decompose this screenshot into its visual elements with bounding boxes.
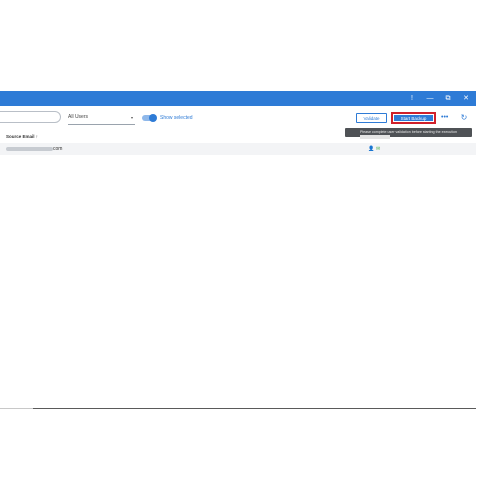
- column-header-source-email[interactable]: Source Email ↑: [6, 132, 38, 142]
- start-backup-button[interactable]: Start Backup: [394, 115, 433, 121]
- column-header-status-placeholder: [360, 135, 390, 139]
- minimize-icon[interactable]: —: [423, 91, 437, 106]
- refresh-icon[interactable]: ↻: [459, 112, 469, 124]
- restore-icon[interactable]: ⧉: [441, 91, 455, 106]
- mail-icon: ✉: [376, 146, 381, 152]
- more-options-icon[interactable]: •••: [441, 112, 448, 124]
- footer-divider-dark: [33, 408, 476, 409]
- email-suffix: com: [53, 146, 63, 152]
- start-backup-highlight: Start Backup: [391, 112, 436, 124]
- user-filter-value: All Users: [68, 114, 89, 120]
- search-input[interactable]: [0, 111, 61, 123]
- redacted-email: [6, 147, 53, 151]
- validate-button[interactable]: Validate: [356, 113, 387, 123]
- info-icon[interactable]: !: [405, 91, 419, 106]
- table-header: Source Email ↑: [0, 132, 476, 142]
- show-selected-toggle[interactable]: [142, 114, 157, 122]
- toolbar: All Users ▾ Show selected Validate Start…: [0, 106, 476, 126]
- table-row[interactable]: com 👤 ✉: [0, 143, 476, 155]
- show-selected-label: Show selected: [160, 115, 193, 121]
- app-window: ! — ⧉ ✕ All Users ▾ Show selected Valida…: [0, 91, 476, 409]
- user-icon: 👤: [368, 146, 375, 152]
- user-filter-select[interactable]: All Users ▾: [68, 112, 135, 125]
- title-bar: ! — ⧉ ✕: [0, 91, 476, 106]
- toggle-knob: [149, 114, 157, 122]
- close-icon[interactable]: ✕: [459, 91, 473, 106]
- chevron-down-icon: ▾: [130, 115, 133, 120]
